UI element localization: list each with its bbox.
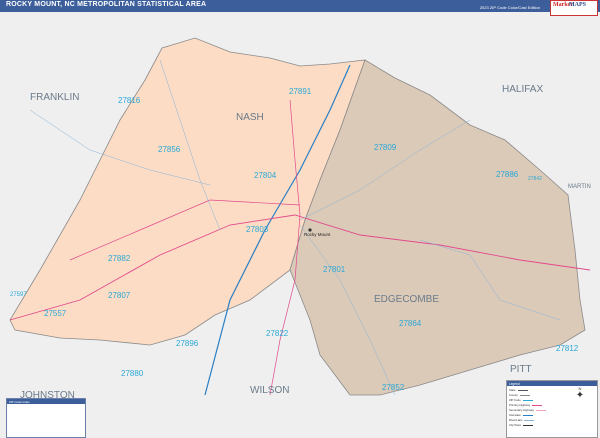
zip-index-title: ZIP Code Index bbox=[7, 399, 85, 404]
zip-label-27812[interactable]: 27812 bbox=[556, 344, 579, 353]
zip-label-27896[interactable]: 27896 bbox=[176, 339, 199, 348]
legend-row: Primary Highway bbox=[509, 403, 543, 407]
map-frame: Rocky Mount FRANKLIN NASH HALIFAX MARTIN… bbox=[0, 0, 600, 438]
legend-row: River/Lake bbox=[509, 418, 535, 422]
legend-row: Interstate bbox=[509, 413, 533, 417]
zip-label-27864[interactable]: 27864 bbox=[399, 319, 422, 328]
zip-index-box: ZIP Code Index bbox=[6, 398, 86, 438]
zip-label-27882[interactable]: 27882 bbox=[108, 254, 131, 263]
county-label-pitt: PITT bbox=[510, 364, 532, 375]
zip-label-27842[interactable]: 27842 bbox=[528, 176, 542, 182]
county-label-franklin: FRANKLIN bbox=[30, 92, 79, 103]
zip-label-27886[interactable]: 27886 bbox=[496, 170, 519, 179]
county-label-edgecombe: EDGECOMBE bbox=[374, 294, 439, 305]
county-label-wilson: WILSON bbox=[250, 385, 289, 396]
city-label: Rocky Mount bbox=[304, 232, 331, 237]
logo-text-blue: MAPS bbox=[569, 2, 586, 8]
zip-label-27822[interactable]: 27822 bbox=[266, 329, 289, 338]
zip-label-27557[interactable]: 27557 bbox=[44, 309, 67, 318]
title-bar: ROCKY MOUNT, NC METROPOLITAN STATISTICAL… bbox=[0, 0, 600, 12]
legend-row: ZIP Code bbox=[509, 398, 533, 402]
county-label-martin: MARTIN bbox=[568, 184, 591, 190]
zip-label-27816[interactable]: 27816 bbox=[118, 96, 141, 105]
zip-label-27807[interactable]: 27807 bbox=[108, 291, 131, 300]
zip-label-27856[interactable]: 27856 bbox=[158, 145, 181, 154]
map-canvas[interactable]: Rocky Mount FRANKLIN NASH HALIFAX MARTIN… bbox=[0, 0, 600, 438]
edition-label: 2023 ZIP Code Color/Cast Edition bbox=[479, 5, 540, 10]
legend-row: County bbox=[509, 393, 530, 397]
county-label-nash: NASH bbox=[236, 112, 264, 123]
legend-row: Secondary Highway bbox=[509, 408, 546, 412]
zip-label-27597[interactable]: 27597 bbox=[10, 292, 27, 298]
map-title: ROCKY MOUNT, NC METROPOLITAN STATISTICAL… bbox=[6, 1, 207, 8]
zip-label-27803[interactable]: 27803 bbox=[246, 225, 269, 234]
legend-row: State bbox=[509, 388, 528, 392]
zip-label-27880[interactable]: 27880 bbox=[121, 369, 144, 378]
county-label-halifax: HALIFAX bbox=[502, 84, 543, 95]
zip-label-27804[interactable]: 27804 bbox=[254, 171, 277, 180]
compass-icon: N ✦ bbox=[572, 386, 588, 406]
zip-label-27891[interactable]: 27891 bbox=[289, 87, 312, 96]
legend-row: City/Town bbox=[509, 423, 534, 427]
publisher-logo: Market MAPS bbox=[550, 0, 598, 16]
zip-label-27801[interactable]: 27801 bbox=[323, 265, 346, 274]
zip-label-27852[interactable]: 27852 bbox=[382, 383, 405, 392]
zip-label-27809[interactable]: 27809 bbox=[374, 143, 397, 152]
